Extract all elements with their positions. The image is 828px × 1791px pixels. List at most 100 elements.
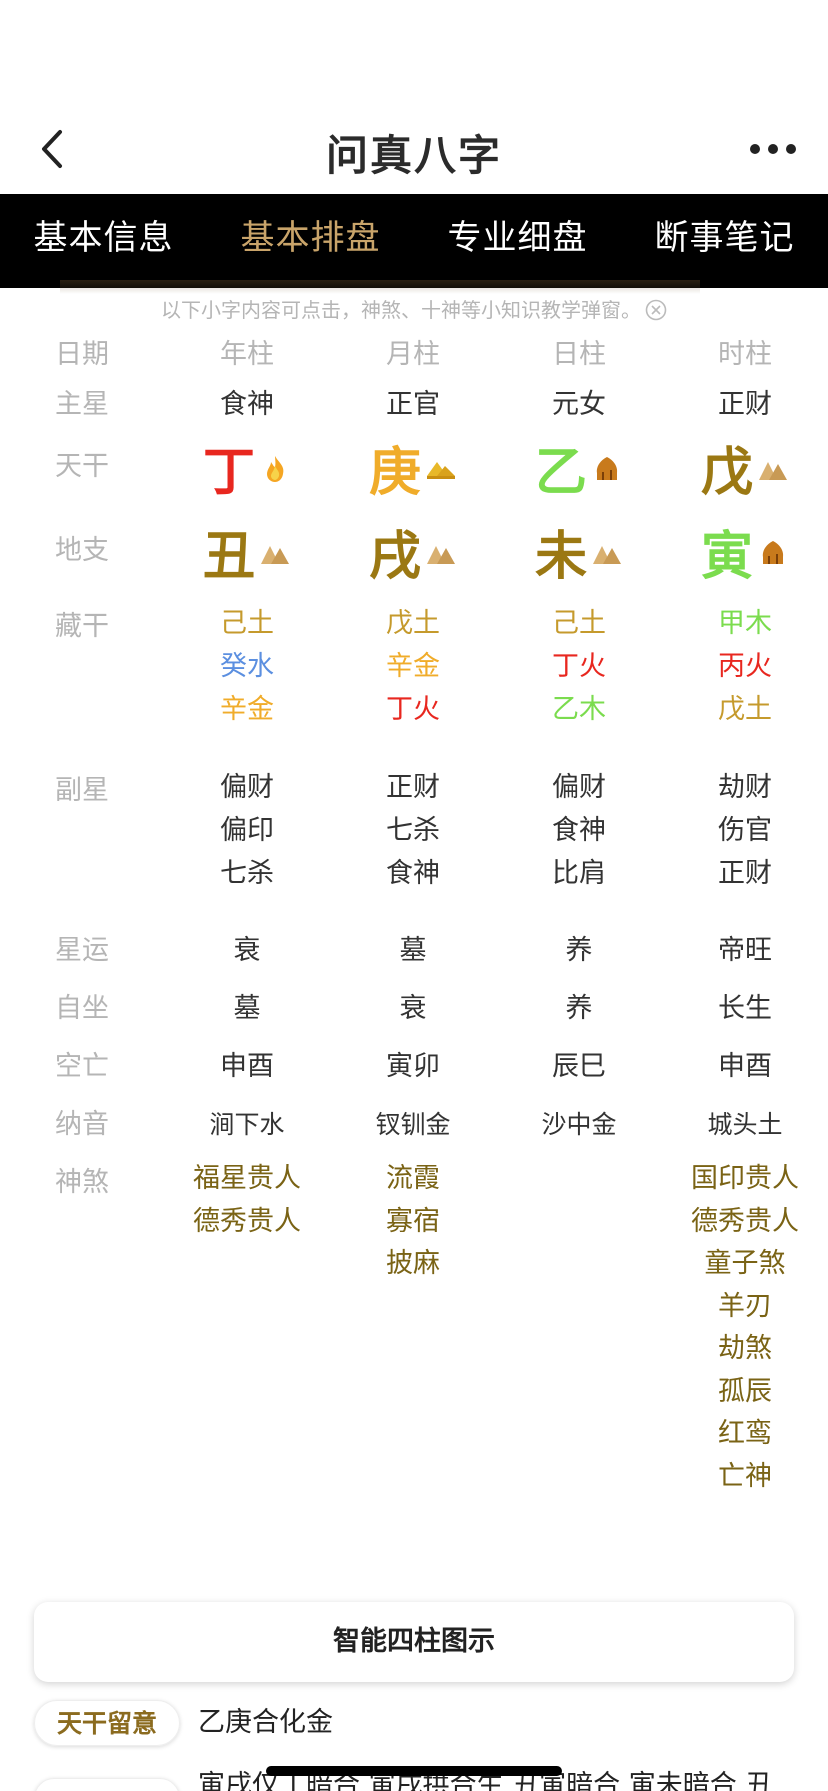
pillar-header: 年柱	[220, 339, 274, 370]
dizhi-cell[interactable]: 丑	[162, 514, 332, 594]
dizhi-cell[interactable]: 寅	[660, 514, 828, 594]
canggan-list: 甲木 丙火 戊土	[660, 602, 828, 731]
main_star-cell[interactable]: 元女	[494, 380, 664, 429]
fuxing-item[interactable]: 伤官	[660, 809, 828, 852]
nayin-cell[interactable]: 沙中金	[494, 1100, 664, 1149]
fuxing-item[interactable]: 偏财	[162, 766, 332, 809]
shensha-list: 流霞 寡宿 披麻	[328, 1158, 498, 1286]
fuxing-item[interactable]: 劫财	[660, 766, 828, 809]
tab-notes[interactable]: 断事笔记	[621, 194, 828, 288]
dizhi-cell[interactable]: 未	[494, 514, 664, 594]
shensha-item[interactable]: 劫煞	[660, 1328, 828, 1371]
shensha-item[interactable]: 孤辰	[660, 1371, 828, 1414]
canggan-item[interactable]: 丁火	[328, 688, 498, 731]
shensha-item[interactable]: 红鸾	[660, 1413, 828, 1456]
pillar-header: 月柱	[386, 339, 440, 370]
metal-icon	[425, 430, 457, 479]
smart-pillars-diagram-button[interactable]: 智能四柱图示	[34, 1602, 794, 1682]
nayin-cell[interactable]: 钗钏金	[328, 1100, 498, 1149]
shensha-item[interactable]: 童子煞	[660, 1243, 828, 1286]
fuxing-list: 偏财 食神 比肩	[494, 766, 664, 895]
fuxing-item[interactable]: 七杀	[162, 852, 332, 895]
fuxing-item[interactable]: 正财	[660, 852, 828, 895]
tiangan-cell[interactable]: 乙	[494, 430, 664, 510]
shensha-item[interactable]: 国印贵人	[660, 1158, 828, 1201]
nayin-cell[interactable]: 城头土	[660, 1100, 828, 1149]
canggan-item[interactable]: 丁火	[494, 645, 664, 688]
page-title: 问真八字	[325, 131, 502, 180]
xingyun-cell[interactable]: 帝旺	[660, 926, 828, 975]
xingyun-cell[interactable]: 衰	[162, 926, 332, 975]
pillar-header: 时柱	[718, 339, 772, 370]
canggan-item[interactable]: 辛金	[328, 645, 498, 688]
tab-professional-chart[interactable]: 专业细盘	[414, 194, 621, 288]
fuxing-item[interactable]: 比肩	[494, 852, 664, 895]
canggan-list: 戊土 辛金 丁火	[328, 602, 498, 731]
shensha-item[interactable]: 德秀贵人	[162, 1201, 332, 1244]
note-tag-2[interactable]	[34, 1778, 180, 1791]
canggan-item[interactable]: 戊土	[660, 688, 828, 731]
fuxing-item[interactable]: 食神	[328, 852, 498, 895]
tiangan-char: 乙	[534, 443, 587, 503]
fuxing-item[interactable]: 偏财	[494, 766, 664, 809]
shensha-item[interactable]: 福星贵人	[162, 1158, 332, 1201]
shensha-item[interactable]: 披麻	[328, 1243, 498, 1286]
zizuo-cell[interactable]: 衰	[328, 984, 498, 1033]
pillar-header: 日柱	[552, 339, 606, 370]
note-text: 乙庚合化金	[198, 1707, 333, 1738]
earth-icon	[259, 514, 291, 564]
tiangan-char: 庚	[368, 443, 421, 503]
canggan-item[interactable]: 辛金	[162, 688, 332, 731]
kongwang-cell[interactable]: 申酉	[660, 1042, 828, 1091]
title-bar: 问真八字	[0, 108, 828, 194]
more-options-icon[interactable]	[748, 134, 798, 164]
shensha-item[interactable]: 亡神	[660, 1456, 828, 1499]
zizuo-cell[interactable]: 墓	[162, 984, 332, 1033]
row-label: 藏干	[55, 611, 109, 642]
nayin-cell[interactable]: 涧下水	[162, 1100, 332, 1149]
fuxing-list: 劫财 伤官 正财	[660, 766, 828, 895]
shensha-item[interactable]: 德秀贵人	[660, 1201, 828, 1244]
tab-basic-info[interactable]: 基本信息	[0, 194, 207, 288]
canggan-item[interactable]: 甲木	[660, 602, 828, 645]
dizhi-char: 未	[534, 527, 587, 587]
row-label: 自坐	[55, 993, 109, 1024]
main_star-cell[interactable]: 正财	[660, 380, 828, 429]
tiangan-char: 丁	[202, 443, 255, 503]
shensha-item[interactable]: 寡宿	[328, 1201, 498, 1244]
fuxing-item[interactable]: 七杀	[328, 809, 498, 852]
fuxing-item[interactable]: 偏印	[162, 809, 332, 852]
shensha-item[interactable]: 羊刃	[660, 1286, 828, 1329]
canggan-item[interactable]: 乙木	[494, 688, 664, 731]
main_star-cell[interactable]: 正官	[328, 380, 498, 429]
xingyun-cell[interactable]: 墓	[328, 926, 498, 975]
canggan-item[interactable]: 己土	[162, 602, 332, 645]
fuxing-list: 正财 七杀 食神	[328, 766, 498, 895]
main_star-cell[interactable]: 食神	[162, 380, 332, 429]
zizuo-cell[interactable]: 养	[494, 984, 664, 1033]
canggan-item[interactable]: 己土	[494, 602, 664, 645]
canggan-item[interactable]: 丙火	[660, 645, 828, 688]
fuxing-item[interactable]: 正财	[328, 766, 498, 809]
row-label: 日期	[55, 339, 109, 370]
tiangan-cell[interactable]: 庚	[328, 430, 498, 510]
note-tag[interactable]: 天干留意	[34, 1700, 180, 1746]
canggan-item[interactable]: 戊土	[328, 602, 498, 645]
earth-icon	[757, 430, 789, 480]
kongwang-cell[interactable]: 申酉	[162, 1042, 332, 1091]
canggan-item[interactable]: 癸水	[162, 645, 332, 688]
zizuo-cell[interactable]: 长生	[660, 984, 828, 1033]
close-circle-icon[interactable]	[645, 299, 667, 321]
kongwang-cell[interactable]: 辰巳	[494, 1042, 664, 1091]
row-label: 纳音	[55, 1109, 109, 1140]
tiangan-cell[interactable]: 丁	[162, 430, 332, 510]
fuxing-item[interactable]: 食神	[494, 809, 664, 852]
xingyun-cell[interactable]: 养	[494, 926, 664, 975]
tiangan-cell[interactable]: 戊	[660, 430, 828, 510]
earth-icon	[425, 514, 457, 564]
shensha-list: 国印贵人 德秀贵人 童子煞 羊刃 劫煞 孤辰 红鸾 亡神	[660, 1158, 828, 1498]
tab-basic-chart[interactable]: 基本排盘	[207, 194, 414, 288]
shensha-item[interactable]: 流霞	[328, 1158, 498, 1201]
dizhi-cell[interactable]: 戌	[328, 514, 498, 594]
kongwang-cell[interactable]: 寅卯	[328, 1042, 498, 1091]
